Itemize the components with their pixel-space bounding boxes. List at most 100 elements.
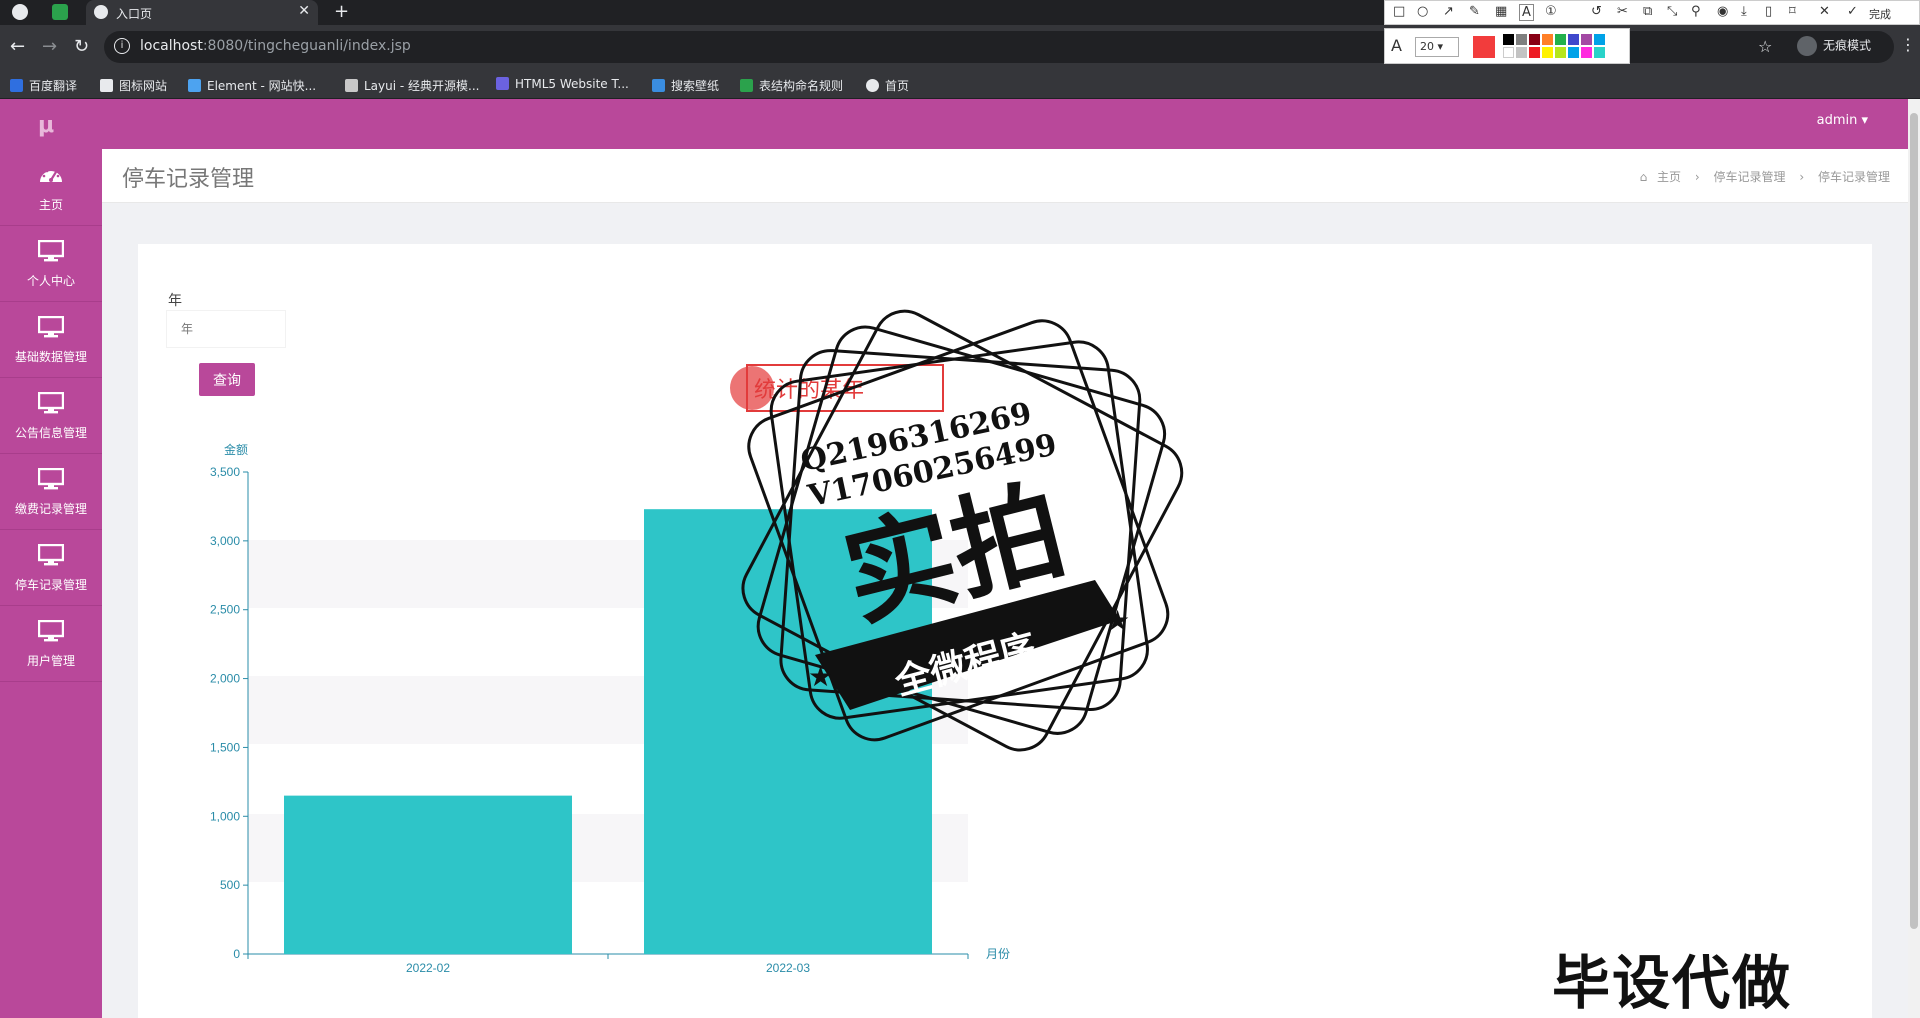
current-color-swatch[interactable]	[1473, 36, 1495, 58]
x-axis-title: 月份	[986, 947, 1010, 961]
y-tick-label: 1,000	[210, 809, 240, 823]
pen-tool-icon[interactable]: ✎	[1469, 4, 1480, 19]
url-text: localhost:8080/tingcheguanli/index.jsp	[140, 38, 411, 54]
y-tick-label: 2,000	[210, 672, 240, 686]
user-menu[interactable]: admin ▾	[1817, 113, 1868, 128]
cancel-icon[interactable]: ✕	[1819, 4, 1830, 19]
reload-icon[interactable]: ↻	[74, 36, 89, 57]
color-swatch[interactable]	[1555, 47, 1566, 58]
content-header: 停车记录管理 ⌂ 主页 › 停车记录管理 › 停车记录管理	[102, 149, 1908, 203]
phone-icon[interactable]: ▯	[1765, 4, 1772, 19]
sidebar-item-announcements[interactable]: 公告信息管理	[0, 378, 102, 454]
close-tab-icon[interactable]: ✕	[298, 3, 310, 19]
sidebar-item-label: 缴费记录管理	[14, 502, 87, 516]
color-swatch[interactable]	[1503, 47, 1514, 58]
y-tick-label: 2,500	[210, 603, 240, 617]
color-swatch[interactable]	[1568, 34, 1579, 45]
monitor-icon	[38, 620, 64, 642]
bookmark-item[interactable]: Element - 网站快...	[188, 77, 316, 94]
new-tab-button[interactable]: +	[334, 1, 349, 22]
color-swatch[interactable]	[1516, 34, 1527, 45]
sidebar-item-parking-records[interactable]: 停车记录管理	[0, 530, 102, 606]
browser-menu-icon[interactable]: ⋮	[1900, 35, 1916, 54]
font-size-select[interactable]: 20 ▾	[1415, 37, 1459, 57]
y-axis-title: 金额	[224, 442, 248, 457]
number-tool-icon[interactable]: ①	[1545, 4, 1557, 19]
x-tick-label: 2022-03	[766, 961, 810, 975]
ellipse-tool-icon[interactable]: ○	[1417, 4, 1428, 19]
translate-icon[interactable]: ⧉	[1643, 4, 1652, 19]
chrome-menu-icon[interactable]	[12, 4, 28, 20]
scrollbar-thumb[interactable]	[1910, 113, 1918, 929]
done-label[interactable]: 完成	[1869, 6, 1891, 22]
pinned-tab-icon[interactable]	[52, 4, 68, 20]
screenshot-palette: A 20 ▾	[1384, 28, 1630, 64]
y-tick-label: 500	[220, 878, 240, 892]
record-icon[interactable]: ◉	[1717, 4, 1728, 19]
app-logo[interactable]: μ	[38, 113, 62, 138]
breadcrumb-section[interactable]: 停车记录管理	[1714, 170, 1786, 184]
bookmark-item[interactable]: 百度翻译	[10, 77, 77, 94]
confirm-icon[interactable]: ✓	[1847, 4, 1858, 19]
bookmark-item[interactable]: 表结构命名规则	[740, 77, 843, 94]
sidebar-item-home[interactable]: 主页	[0, 150, 102, 226]
bookmark-item[interactable]: 图标网站	[100, 77, 167, 94]
monitor-icon	[38, 240, 64, 262]
sidebar-item-payments[interactable]: 缴费记录管理	[0, 454, 102, 530]
monitor-icon	[38, 544, 64, 566]
color-swatch[interactable]	[1529, 34, 1540, 45]
x-tick-label: 2022-02	[406, 961, 450, 975]
color-swatch[interactable]	[1503, 34, 1514, 45]
bookmark-star-icon[interactable]: ☆	[1758, 37, 1772, 56]
forward-icon[interactable]: →	[42, 36, 57, 57]
sidebar-item-base-data[interactable]: 基础数据管理	[0, 302, 102, 378]
font-icon: A	[1391, 36, 1402, 55]
text-tool-icon[interactable]: A	[1519, 4, 1534, 21]
arrow-tool-icon[interactable]: ↗	[1443, 4, 1454, 19]
breadcrumb: ⌂ 主页 › 停车记录管理 › 停车记录管理	[1634, 168, 1890, 185]
color-swatch[interactable]	[1581, 34, 1592, 45]
y-tick-label: 3,500	[210, 465, 240, 479]
tab-title: 入口页	[116, 7, 153, 21]
breadcrumb-current: 停车记录管理	[1817, 170, 1890, 184]
expand-icon[interactable]: ⤡	[1667, 4, 1677, 19]
color-swatch[interactable]	[1594, 47, 1605, 58]
undo-icon[interactable]: ↺	[1591, 4, 1602, 19]
back-icon[interactable]: ←	[10, 36, 25, 57]
save-bookmark-icon[interactable]: ⌑	[1789, 4, 1796, 19]
color-swatch[interactable]	[1516, 47, 1527, 58]
y-tick-label: 3,000	[210, 534, 240, 548]
address-bar-row: ← → ↻ i localhost:8080/tingcheguanli/ind…	[0, 25, 1920, 69]
rectangle-tool-icon[interactable]: □	[1393, 4, 1405, 19]
download-icon[interactable]: ⤓	[1741, 4, 1747, 19]
scissors-icon[interactable]: ✂	[1617, 4, 1628, 19]
pin-icon[interactable]: ⚲	[1691, 4, 1701, 19]
color-swatch[interactable]	[1542, 47, 1553, 58]
color-swatch[interactable]	[1594, 34, 1605, 45]
color-swatch[interactable]	[1568, 47, 1579, 58]
sidebar-item-label: 基础数据管理	[14, 350, 87, 364]
breadcrumb-separator: ›	[1799, 170, 1805, 184]
sidebar-item-label: 停车记录管理	[14, 578, 87, 592]
site-info-icon[interactable]: i	[114, 38, 130, 54]
incognito-indicator[interactable]: 无痕模式	[1797, 36, 1871, 56]
mosaic-tool-icon[interactable]: ▦	[1495, 4, 1507, 19]
color-swatch[interactable]	[1542, 34, 1553, 45]
color-swatch[interactable]	[1581, 47, 1592, 58]
bookmark-item[interactable]: Layui - 经典开源模...	[345, 77, 479, 94]
bookmarks-bar: 百度翻译 图标网站 Element - 网站快... Layui - 经典开源模…	[0, 69, 1920, 99]
bookmark-item[interactable]: HTML5 Website T...	[496, 77, 629, 91]
breadcrumb-separator: ›	[1694, 170, 1700, 184]
color-swatch[interactable]	[1529, 47, 1540, 58]
home-icon: ⌂	[1639, 170, 1648, 184]
color-swatch[interactable]	[1555, 34, 1566, 45]
bookmark-item[interactable]: 首页	[866, 77, 909, 94]
sidebar-item-profile[interactable]: 个人中心	[0, 226, 102, 302]
page-scrollbar[interactable]	[1908, 99, 1920, 1018]
incognito-icon	[1797, 36, 1817, 56]
breadcrumb-home[interactable]: 主页	[1657, 170, 1681, 184]
y-tick-label: 1,500	[210, 740, 240, 754]
sidebar-item-users[interactable]: 用户管理	[0, 606, 102, 682]
bookmark-item[interactable]: 搜索壁纸	[652, 77, 719, 94]
active-tab[interactable]: 入口页 ✕	[86, 0, 318, 25]
